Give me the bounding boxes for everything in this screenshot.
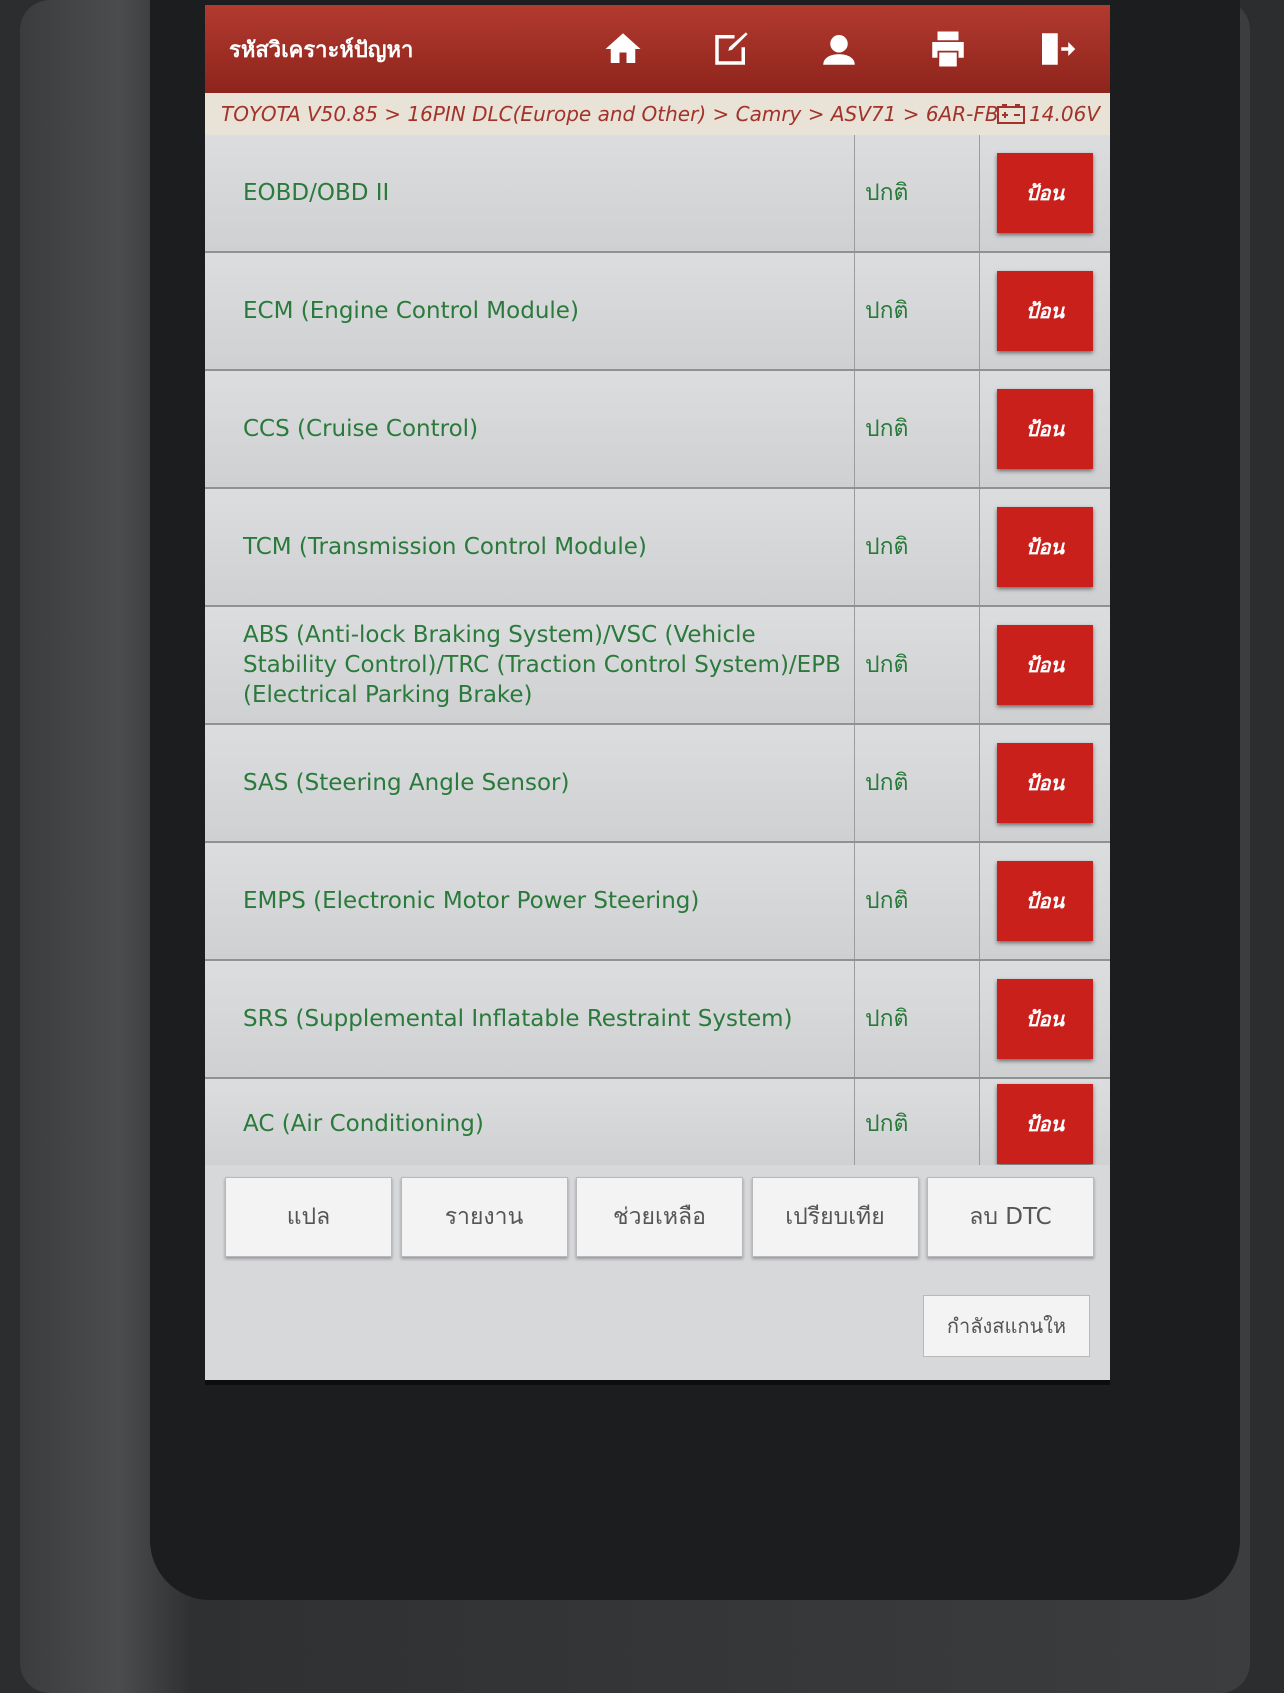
- system-list[interactable]: EOBD/OBD II ปกติ ป้อน ECM (Engine Contro…: [205, 135, 1110, 1165]
- rescan-button[interactable]: กำลังสแกนให: [923, 1295, 1090, 1357]
- enter-button[interactable]: ป้อน: [997, 743, 1093, 823]
- system-name: SRS (Supplemental Inflatable Restraint S…: [205, 961, 855, 1077]
- help-button[interactable]: ช่วยเหลือ: [576, 1177, 743, 1257]
- system-status: ปกติ: [855, 253, 980, 369]
- table-row: AC (Air Conditioning) ปกติ ป้อน: [205, 1079, 1110, 1165]
- user-button[interactable]: [794, 19, 884, 79]
- system-status: ปกติ: [855, 135, 980, 251]
- table-row: EOBD/OBD II ปกติ ป้อน: [205, 135, 1110, 253]
- translate-button[interactable]: แปล: [225, 1177, 392, 1257]
- bottom-toolbar: แปล รายงาน ช่วยเหลือ เปรียบเทีย ลบ DTC ก…: [205, 1165, 1110, 1380]
- clear-dtc-button[interactable]: ลบ DTC: [927, 1177, 1094, 1257]
- compare-button[interactable]: เปรียบเทีย: [751, 1177, 919, 1257]
- screen: รหัสวิเคราะห์ปัญหา TOYOTA V50.85 > 16PIN…: [205, 5, 1110, 1385]
- enter-button[interactable]: ป้อน: [997, 979, 1093, 1059]
- system-status: ปกติ: [855, 489, 980, 605]
- exit-icon: [1041, 33, 1076, 65]
- system-status: ปกติ: [855, 371, 980, 487]
- android-nav-bar: [205, 1380, 1110, 1385]
- action-buttons: แปล รายงาน ช่วยเหลือ เปรียบเทีย ลบ DTC: [205, 1165, 1110, 1257]
- report-button[interactable]: รายงาน: [400, 1177, 568, 1257]
- table-row: ABS (Anti-lock Braking System)/VSC (Vehi…: [205, 607, 1110, 725]
- system-name: SAS (Steering Angle Sensor): [205, 725, 855, 841]
- voltage-value: 14.06V: [1029, 102, 1100, 126]
- exit-button[interactable]: [1011, 19, 1101, 79]
- system-name: CCS (Cruise Control): [205, 371, 855, 487]
- print-icon: [931, 31, 964, 67]
- edit-button[interactable]: [686, 19, 776, 79]
- system-name: AC (Air Conditioning): [205, 1079, 855, 1165]
- header-bar: รหัสวิเคราะห์ปัญหา: [205, 5, 1110, 93]
- edit-icon: [715, 32, 748, 65]
- system-name: ECM (Engine Control Module): [205, 253, 855, 369]
- user-icon: [823, 35, 856, 65]
- breadcrumb: TOYOTA V50.85 > 16PIN DLC(Europe and Oth…: [205, 93, 1110, 135]
- enter-button[interactable]: ป้อน: [997, 625, 1093, 705]
- table-row: ECM (Engine Control Module) ปกติ ป้อน: [205, 253, 1110, 371]
- system-name: EMPS (Electronic Motor Power Steering): [205, 843, 855, 959]
- system-status: ปกติ: [855, 725, 980, 841]
- system-status: ปกติ: [855, 1079, 980, 1165]
- enter-button[interactable]: ป้อน: [997, 861, 1093, 941]
- breadcrumb-path: TOYOTA V50.85 > 16PIN DLC(Europe and Oth…: [221, 102, 998, 126]
- voltage-indicator: 14.06V: [997, 102, 1110, 126]
- battery-icon: [997, 104, 1026, 124]
- system-status: ปกติ: [855, 843, 980, 959]
- enter-button[interactable]: ป้อน: [997, 507, 1093, 587]
- print-button[interactable]: [903, 19, 993, 79]
- table-row: TCM (Transmission Control Module) ปกติ ป…: [205, 489, 1110, 607]
- page-title: รหัสวิเคราะห์ปัญหา: [229, 37, 414, 63]
- system-status: ปกติ: [855, 607, 980, 723]
- table-row: EMPS (Electronic Motor Power Steering) ป…: [205, 843, 1110, 961]
- table-row: SAS (Steering Angle Sensor) ปกติ ป้อน: [205, 725, 1110, 843]
- home-button[interactable]: [578, 19, 668, 79]
- table-row: SRS (Supplemental Inflatable Restraint S…: [205, 961, 1110, 1079]
- system-name: ABS (Anti-lock Braking System)/VSC (Vehi…: [205, 607, 855, 723]
- enter-button[interactable]: ป้อน: [997, 389, 1093, 469]
- table-row: CCS (Cruise Control) ปกติ ป้อน: [205, 371, 1110, 489]
- system-name: TCM (Transmission Control Module): [205, 489, 855, 605]
- enter-button[interactable]: ป้อน: [997, 153, 1093, 233]
- home-icon: [605, 33, 641, 63]
- app-window: รหัสวิเคราะห์ปัญหา TOYOTA V50.85 > 16PIN…: [205, 5, 1110, 1380]
- system-status: ปกติ: [855, 961, 980, 1077]
- enter-button[interactable]: ป้อน: [997, 1084, 1093, 1164]
- enter-button[interactable]: ป้อน: [997, 271, 1093, 351]
- toolbar: [569, 19, 1110, 79]
- system-name: EOBD/OBD II: [205, 135, 855, 251]
